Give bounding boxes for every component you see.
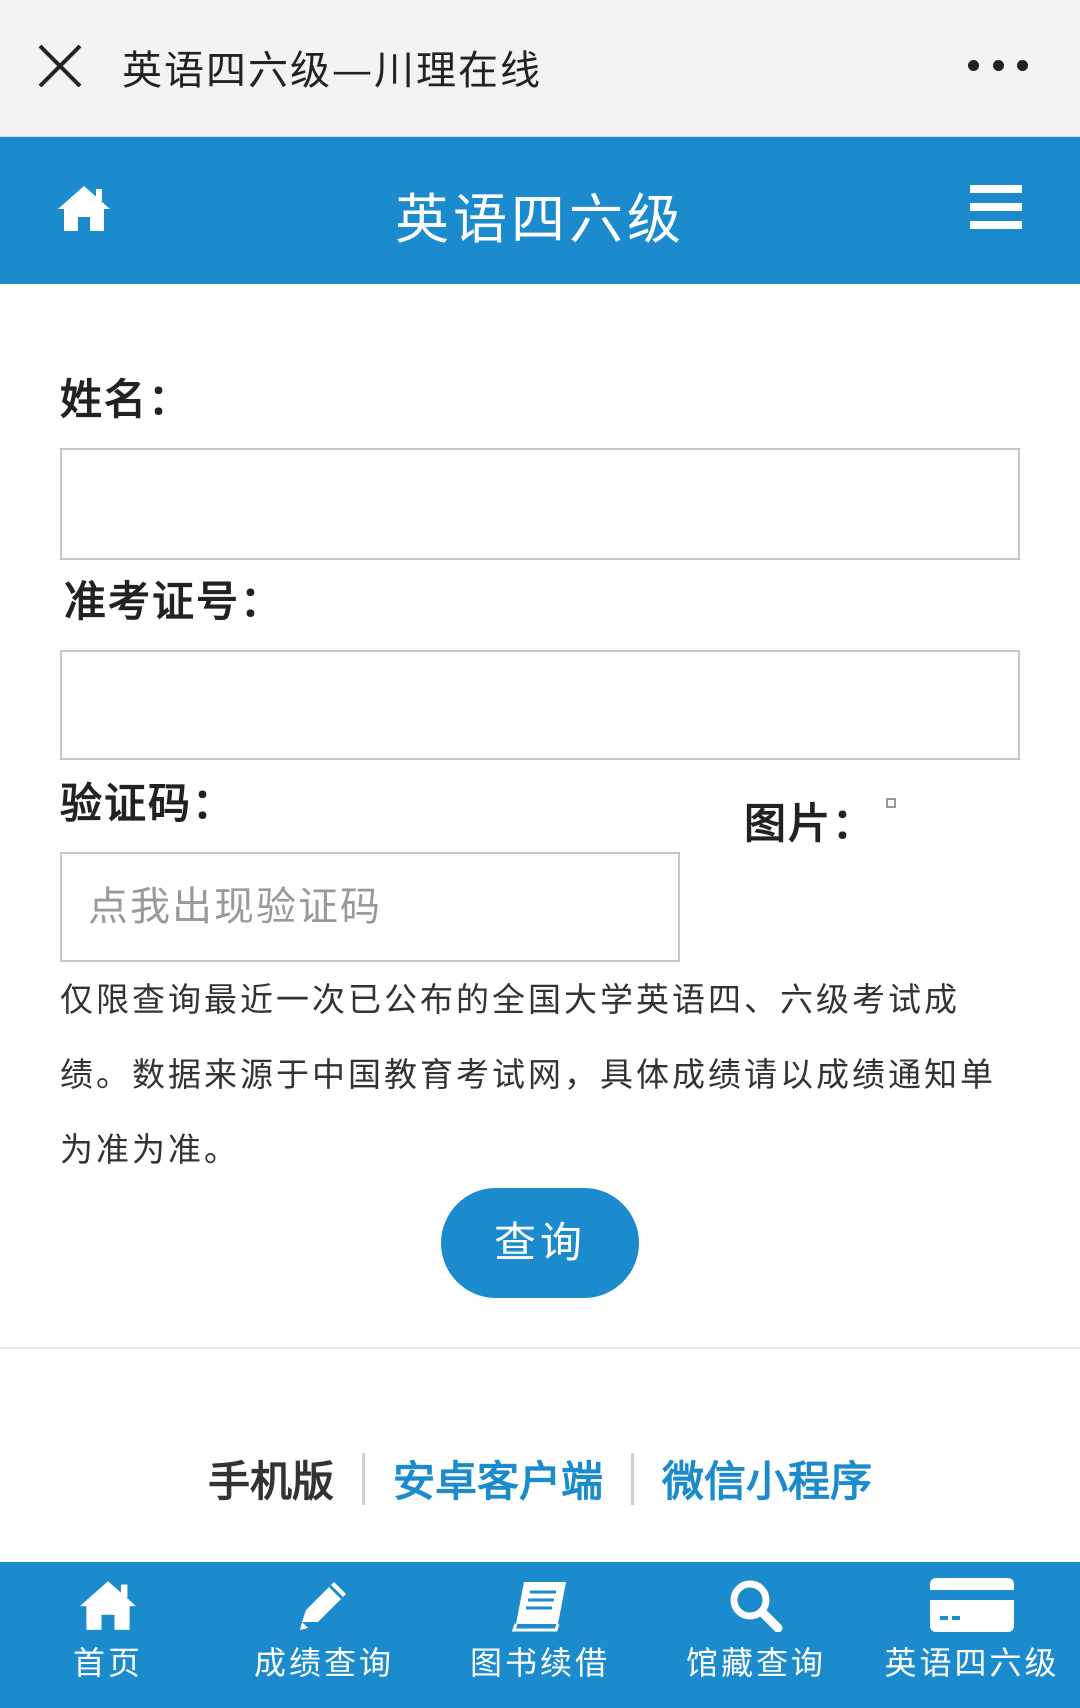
- ticket-label: 准考证号：: [64, 577, 285, 626]
- page-title: 英语四六级—川理在线: [122, 48, 542, 94]
- pencil-icon: [300, 1582, 346, 1630]
- card-icon: [930, 1578, 1014, 1632]
- nav-label: 英语四六级: [884, 1644, 1060, 1682]
- home-icon: [79, 1581, 137, 1630]
- ticket-field-box: [60, 650, 1020, 760]
- android-client-link[interactable]: 安卓客户端: [393, 1448, 603, 1509]
- nav-label: 首页: [72, 1644, 143, 1682]
- captcha-label: 验证码：: [60, 779, 237, 828]
- separator: [631, 1452, 634, 1505]
- nav-collection-search[interactable]: 馆藏查询: [648, 1562, 864, 1708]
- search-icon: [730, 1580, 783, 1632]
- nav-label: 成绩查询: [253, 1644, 394, 1682]
- site-header: 英语四六级: [0, 137, 1080, 284]
- captcha-field-box: [60, 852, 680, 962]
- close-icon[interactable]: [36, 42, 84, 90]
- ticket-number-input[interactable]: [62, 652, 1018, 758]
- captcha-input[interactable]: [62, 854, 678, 960]
- book-icon: [511, 1582, 566, 1632]
- nav-label: 馆藏查询: [685, 1644, 826, 1682]
- browser-top-bar: 英语四六级—川理在线: [0, 0, 1080, 137]
- captcha-image-label: 图片：: [744, 799, 877, 848]
- divider: [0, 1347, 1080, 1349]
- nav-home[interactable]: 首页: [0, 1562, 216, 1708]
- nav-cet[interactable]: 英语四六级: [864, 1562, 1080, 1708]
- bottom-nav: 首页 成绩查询 图书续借 馆藏查询 英语四六级: [0, 1562, 1080, 1708]
- wechat-miniprogram-link[interactable]: 微信小程序: [662, 1448, 872, 1509]
- nav-book-renew[interactable]: 图书续借: [432, 1562, 648, 1708]
- version-links: 手机版 安卓客户端 微信小程序: [0, 1448, 1080, 1509]
- header-title: 英语四六级: [395, 188, 685, 251]
- more-options-icon[interactable]: [968, 58, 1028, 72]
- nav-score-query[interactable]: 成绩查询: [216, 1562, 432, 1708]
- menu-icon[interactable]: [970, 183, 1022, 231]
- notice-text: 仅限查询最近一次已公布的全国大学英语四、六级考试成绩。数据来源于中国教育考试网，…: [60, 980, 996, 1169]
- nav-label: 图书续借: [469, 1644, 610, 1682]
- name-field-box: [60, 448, 1020, 560]
- name-input[interactable]: [62, 450, 1018, 558]
- query-button[interactable]: 查询: [441, 1188, 639, 1298]
- name-label: 姓名：: [60, 375, 193, 424]
- separator: [361, 1452, 365, 1505]
- mobile-version-link[interactable]: 手机版: [208, 1448, 334, 1509]
- captcha-image[interactable]: [886, 798, 896, 808]
